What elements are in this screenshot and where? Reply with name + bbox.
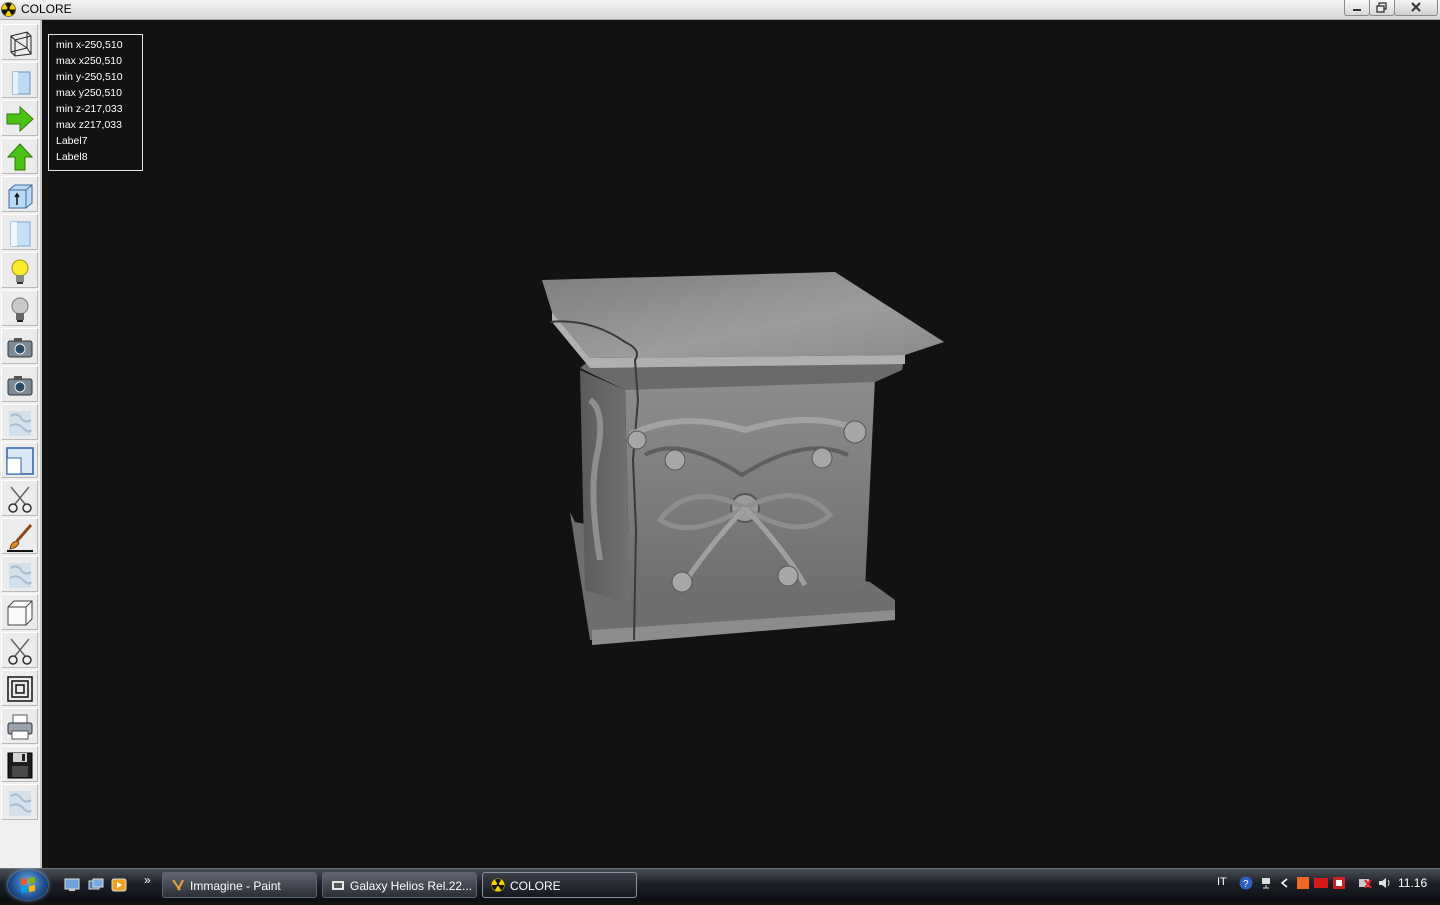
brush-icon <box>7 524 33 552</box>
move-right-button[interactable] <box>1 100 38 136</box>
media-player-icon[interactable] <box>111 878 127 892</box>
wireframe-cube-icon <box>10 31 32 57</box>
ati-icon[interactable] <box>1314 876 1328 890</box>
camera-2-button[interactable] <box>1 366 38 402</box>
label7: Label7 <box>56 135 88 147</box>
close-button[interactable] <box>1394 0 1438 16</box>
cylinder-icon <box>10 221 31 247</box>
cut-2-button[interactable] <box>1 632 38 668</box>
camera-icon <box>7 338 33 358</box>
bounds-info-panel: min x-250,510 max x250,510 min y-250,510… <box>48 34 143 171</box>
light-on-button[interactable] <box>1 252 38 288</box>
arrow-right-icon <box>6 105 34 133</box>
scissors-icon <box>8 486 32 513</box>
minimize-button[interactable] <box>1344 0 1370 16</box>
shaded-cube-icon <box>12 71 31 95</box>
box-button[interactable] <box>1 594 38 630</box>
radiation-icon <box>1 2 16 17</box>
arrow-up-icon <box>6 143 34 171</box>
label8: Label8 <box>56 151 88 163</box>
texture-2-icon <box>9 563 32 588</box>
move-up-button[interactable] <box>1 138 38 174</box>
radiation-icon <box>491 878 505 892</box>
tray-app-2-icon[interactable] <box>1332 876 1346 890</box>
box-icon <box>7 600 33 626</box>
cube-up-button[interactable] <box>1 176 38 212</box>
max-z-label: max z217,033 <box>56 119 122 131</box>
floppy-disk-icon <box>7 752 33 779</box>
network-icon[interactable] <box>1260 876 1274 890</box>
texture-3-icon <box>9 791 32 816</box>
task-colore-label: COLORE <box>510 879 561 893</box>
viewport-icon <box>6 447 34 475</box>
min-y-label: min y-250,510 <box>56 71 123 83</box>
tray-app-1-icon[interactable] <box>1296 876 1310 890</box>
scissors-2-icon <box>8 638 32 665</box>
wireframe-button[interactable] <box>1 24 38 60</box>
tool-bar <box>0 20 42 868</box>
tray-expand-icon[interactable] <box>1278 876 1292 890</box>
restore-button[interactable] <box>1369 0 1395 16</box>
camera-2-icon <box>7 376 33 396</box>
lightbulb-on-icon <box>11 259 29 284</box>
svg-text:?: ? <box>1243 879 1249 890</box>
max-x-label: max x250,510 <box>56 55 122 67</box>
texture-button[interactable] <box>1 404 38 440</box>
restore-icon <box>1376 2 1387 13</box>
min-x-label: min x-250,510 <box>56 39 123 51</box>
marble-capital-model[interactable] <box>530 260 960 660</box>
frame-button[interactable] <box>1 670 38 706</box>
viewport-button[interactable] <box>1 442 38 478</box>
light-off-button[interactable] <box>1 290 38 326</box>
safely-remove-icon[interactable] <box>1358 876 1372 890</box>
volume-icon[interactable] <box>1377 876 1391 890</box>
task-paint-label: Immagine - Paint <box>190 879 281 893</box>
paint-icon <box>172 879 184 891</box>
save-button[interactable] <box>1 746 38 782</box>
texture-2-button[interactable] <box>1 556 38 592</box>
show-desktop-icon[interactable] <box>64 878 80 892</box>
printer-icon <box>7 714 33 740</box>
texture-icon <box>9 411 32 436</box>
switch-windows-icon[interactable] <box>88 878 104 892</box>
concentric-squares-icon <box>7 676 33 702</box>
cut-button[interactable] <box>1 480 38 516</box>
close-icon <box>1411 2 1421 12</box>
shaded-button[interactable] <box>1 62 38 98</box>
task-galaxy-helios[interactable]: Galaxy Helios Rel.22... <box>322 872 477 898</box>
lightbulb-off-icon <box>11 297 29 322</box>
cube-up-icon <box>8 184 33 209</box>
camera-button[interactable] <box>1 328 38 364</box>
texture-3-button[interactable] <box>1 784 38 820</box>
minimize-icon <box>1353 9 1361 11</box>
print-button[interactable] <box>1 708 38 744</box>
cylinder-button[interactable] <box>1 214 38 250</box>
task-paint[interactable]: Immagine - Paint <box>162 872 317 898</box>
folder-icon <box>332 881 344 890</box>
min-z-label: min z-217,033 <box>56 103 123 115</box>
windows-logo-icon <box>21 877 35 893</box>
help-icon[interactable]: ? <box>1239 876 1253 890</box>
window-title: COLORE <box>21 2 72 16</box>
max-y-label: max y250,510 <box>56 87 122 99</box>
task-galaxy-helios-label: Galaxy Helios Rel.22... <box>350 879 473 893</box>
language-indicator[interactable]: IT <box>1217 876 1227 888</box>
clock[interactable]: 11.16 <box>1398 876 1427 890</box>
paint-button[interactable] <box>1 518 38 554</box>
quicklaunch-chevron-icon[interactable]: » <box>144 873 151 887</box>
task-colore[interactable]: COLORE <box>482 872 637 898</box>
title-bar: COLORE <box>0 0 1440 20</box>
start-button[interactable] <box>8 870 48 900</box>
